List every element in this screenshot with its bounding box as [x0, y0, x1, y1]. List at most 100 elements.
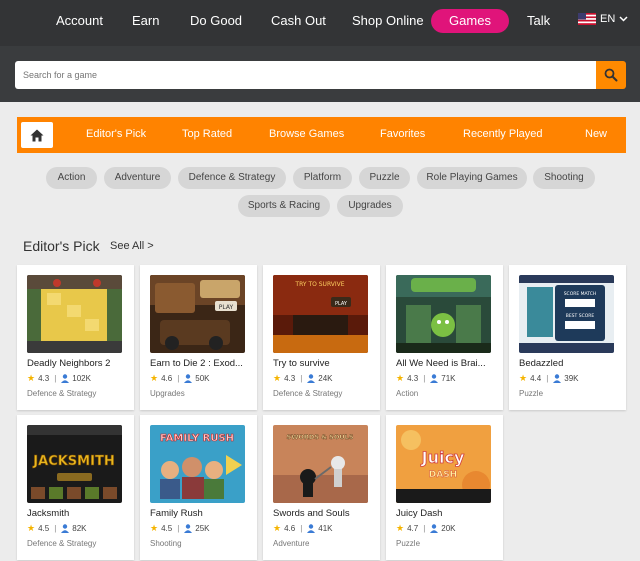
nav-games[interactable]: Games	[431, 9, 509, 33]
game-stats: ★ 4.7 | 20K	[396, 523, 456, 534]
game-card[interactable]: Deadly Neighbors 2 ★ 4.3 | 102K Defence …	[17, 265, 134, 410]
tab-browse-games[interactable]: Browse Games	[269, 128, 344, 140]
category-chip-upgrades[interactable]: Upgrades	[337, 195, 403, 217]
game-title[interactable]: Juicy Dash	[396, 508, 496, 519]
game-card[interactable]: TRY TO SURVIVE PLAY Try to survive ★ 4.3…	[263, 265, 380, 410]
user-icon	[61, 524, 70, 533]
game-card[interactable]: Juicy DASH Juicy Dash ★ 4.7 | 20K Puzzle	[386, 415, 503, 560]
game-rating: 4.5	[161, 524, 173, 533]
game-title[interactable]: Deadly Neighbors 2	[27, 358, 127, 369]
game-plays: 24K	[318, 374, 333, 383]
language-label: EN	[600, 13, 616, 25]
game-rating: 4.3	[407, 374, 419, 383]
tab-recently-played[interactable]: Recently Played	[463, 128, 543, 140]
stats-divider: |	[300, 524, 303, 533]
see-all-link[interactable]: See All >	[110, 240, 154, 252]
game-card[interactable]: PLAY Earn to Die 2 : Exod... ★ 4.6 | 50K…	[140, 265, 257, 410]
game-category: Puzzle	[519, 389, 544, 398]
search-input[interactable]	[15, 61, 596, 89]
game-plays: 41K	[318, 524, 333, 533]
game-plays: 25K	[195, 524, 210, 533]
category-chip-shooting[interactable]: Shooting	[533, 167, 595, 189]
game-card[interactable]: All We Need is Brai... ★ 4.3 | 71K Actio…	[386, 265, 503, 410]
category-chip-role-playing-games[interactable]: Role Playing Games	[417, 167, 527, 189]
game-plays: 71K	[441, 374, 456, 383]
chevron-down-icon	[619, 16, 628, 22]
stats-divider: |	[423, 374, 426, 383]
tab-new[interactable]: New	[585, 128, 607, 140]
thumb-best-label: BEST SCORE	[566, 313, 595, 319]
game-thumbnail[interactable]	[396, 275, 491, 353]
user-icon	[307, 374, 316, 383]
games-tab-bar: Editor's Pick Top Rated Browse Games Fav…	[17, 117, 626, 153]
nav-talk[interactable]: Talk	[527, 13, 550, 28]
star-icon: ★	[150, 373, 159, 383]
game-category: Shooting	[150, 539, 182, 548]
game-thumbnail[interactable]: PLAY	[150, 275, 245, 353]
game-thumbnail[interactable]: SWORDS & SOULS	[273, 425, 368, 503]
game-category: Adventure	[273, 539, 310, 548]
game-stats: ★ 4.5 | 25K	[150, 523, 210, 534]
category-chip-platform[interactable]: Platform	[293, 167, 352, 189]
game-title[interactable]: Jacksmith	[27, 508, 127, 519]
game-thumbnail[interactable]: FAMILY RUSH	[150, 425, 245, 503]
home-button[interactable]	[21, 122, 53, 148]
game-plays: 39K	[564, 374, 579, 383]
category-chip-puzzle[interactable]: Puzzle	[359, 167, 410, 189]
game-stats: ★ 4.3 | 71K	[396, 373, 456, 384]
game-rating: 4.4	[530, 374, 542, 383]
nav-earn[interactable]: Earn	[132, 13, 159, 28]
game-title[interactable]: Swords and Souls	[273, 508, 373, 519]
game-thumbnail[interactable]: TRY TO SURVIVE PLAY	[273, 275, 368, 353]
user-icon	[430, 374, 439, 383]
game-category: Action	[396, 389, 419, 398]
tab-top-rated[interactable]: Top Rated	[182, 128, 232, 140]
game-stats: ★ 4.3 | 24K	[273, 373, 333, 384]
game-category: Defence & Strategy	[27, 539, 97, 548]
game-title[interactable]: Family Rush	[150, 508, 250, 519]
game-card[interactable]: JACKSMITH Jacksmith ★ 4.5 | 82K Defence …	[17, 415, 134, 560]
category-chip-sports-racing[interactable]: Sports & Racing	[238, 195, 330, 217]
game-category: Puzzle	[396, 539, 421, 548]
game-card[interactable]: FAMILY RUSH Family Rush ★ 4.5 | 25K Shoo…	[140, 415, 257, 560]
star-icon: ★	[519, 373, 528, 383]
stats-divider: |	[177, 374, 180, 383]
language-selector[interactable]: EN	[578, 13, 628, 25]
tab-editors-pick[interactable]: Editor's Pick	[86, 128, 146, 140]
game-title[interactable]: Bedazzled	[519, 358, 619, 369]
star-icon: ★	[150, 523, 159, 533]
game-thumbnail[interactable]: SCORE MATCH BEST SCORE	[519, 275, 614, 353]
thumb-play-label: PLAY	[335, 301, 348, 307]
stats-divider: |	[423, 524, 426, 533]
search-button[interactable]	[596, 61, 626, 89]
game-title[interactable]: Try to survive	[273, 358, 373, 369]
game-category: Defence & Strategy	[273, 389, 343, 398]
nav-cash-out[interactable]: Cash Out	[271, 13, 326, 28]
category-chip-action[interactable]: Action	[46, 167, 97, 189]
nav-do-good[interactable]: Do Good	[190, 13, 242, 28]
game-category: Upgrades	[150, 389, 185, 398]
game-thumbnail[interactable]: Juicy DASH	[396, 425, 491, 503]
nav-account[interactable]: Account	[56, 13, 103, 28]
game-card[interactable]: SWORDS & SOULS Swords and Souls ★ 4.6 | …	[263, 415, 380, 560]
game-title[interactable]: All We Need is Brai...	[396, 358, 496, 369]
stats-divider: |	[54, 374, 57, 383]
thumb-subtitle: DASH	[429, 470, 457, 480]
game-title[interactable]: Earn to Die 2 : Exod...	[150, 358, 250, 369]
game-rating: 4.3	[38, 374, 50, 383]
home-icon	[30, 129, 44, 141]
star-icon: ★	[27, 523, 36, 533]
game-thumbnail[interactable]	[27, 275, 122, 353]
game-card[interactable]: SCORE MATCH BEST SCORE Bedazzled ★ 4.4 |…	[509, 265, 626, 410]
nav-shop-online[interactable]: Shop Online	[352, 13, 424, 28]
game-rating: 4.5	[38, 524, 50, 533]
thumb-title: FAMILY RUSH	[160, 433, 234, 444]
game-stats: ★ 4.4 | 39K	[519, 373, 579, 384]
game-thumbnail[interactable]: JACKSMITH	[27, 425, 122, 503]
category-chip-adventure[interactable]: Adventure	[104, 167, 171, 189]
user-icon	[553, 374, 562, 383]
tab-favorites[interactable]: Favorites	[380, 128, 425, 140]
user-icon	[307, 524, 316, 533]
category-chip-defence-strategy[interactable]: Defence & Strategy	[178, 167, 286, 189]
game-stats: ★ 4.5 | 82K	[27, 523, 87, 534]
